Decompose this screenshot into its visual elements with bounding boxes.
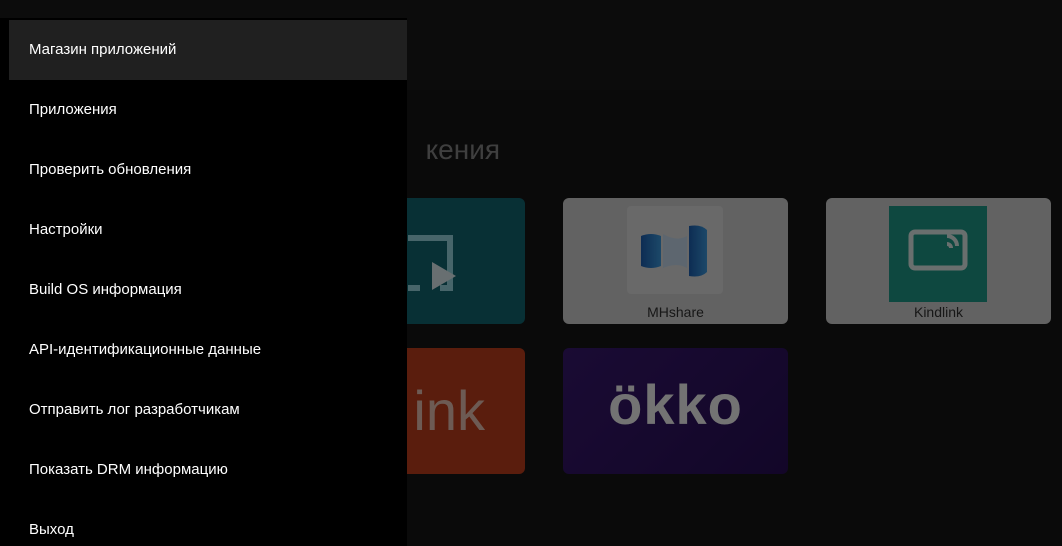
menu-item-apps[interactable]: Приложения	[9, 80, 407, 140]
mhshare-label: MHshare	[647, 304, 704, 320]
mhshare-icon-box	[627, 206, 723, 294]
menu-item-api-credentials[interactable]: API-идентификационные данные	[9, 320, 407, 380]
mhshare-icon	[641, 225, 707, 277]
menu-item-exit[interactable]: Выход	[9, 500, 407, 546]
tv-screen: кения MHshare Kindlink ink ökko Магазин …	[0, 0, 1062, 546]
menu-item-app-store[interactable]: Магазин приложений	[9, 20, 407, 80]
menu-item-drm-info[interactable]: Показать DRM информацию	[9, 440, 407, 500]
kindlink-cast-icon	[908, 229, 968, 271]
menu-item-check-updates[interactable]: Проверить обновления	[9, 140, 407, 200]
menu-item-build-os-info[interactable]: Build OS информация	[9, 260, 407, 320]
menu-item-settings[interactable]: Настройки	[9, 200, 407, 260]
app-tile-kindlink[interactable]: Kindlink	[826, 198, 1051, 324]
side-menu: Магазин приложений Приложения Проверить …	[0, 18, 407, 546]
red-tile-text: ink	[413, 379, 485, 442]
app-tile-mhshare[interactable]: MHshare	[563, 198, 788, 324]
kindlink-label: Kindlink	[913, 304, 964, 320]
app-tile-okko[interactable]: ökko	[563, 348, 788, 474]
menu-item-send-log[interactable]: Отправить лог разработчикам	[9, 380, 407, 440]
okko-logo-text: ökko	[608, 373, 743, 436]
kindlink-icon-box	[889, 206, 987, 302]
